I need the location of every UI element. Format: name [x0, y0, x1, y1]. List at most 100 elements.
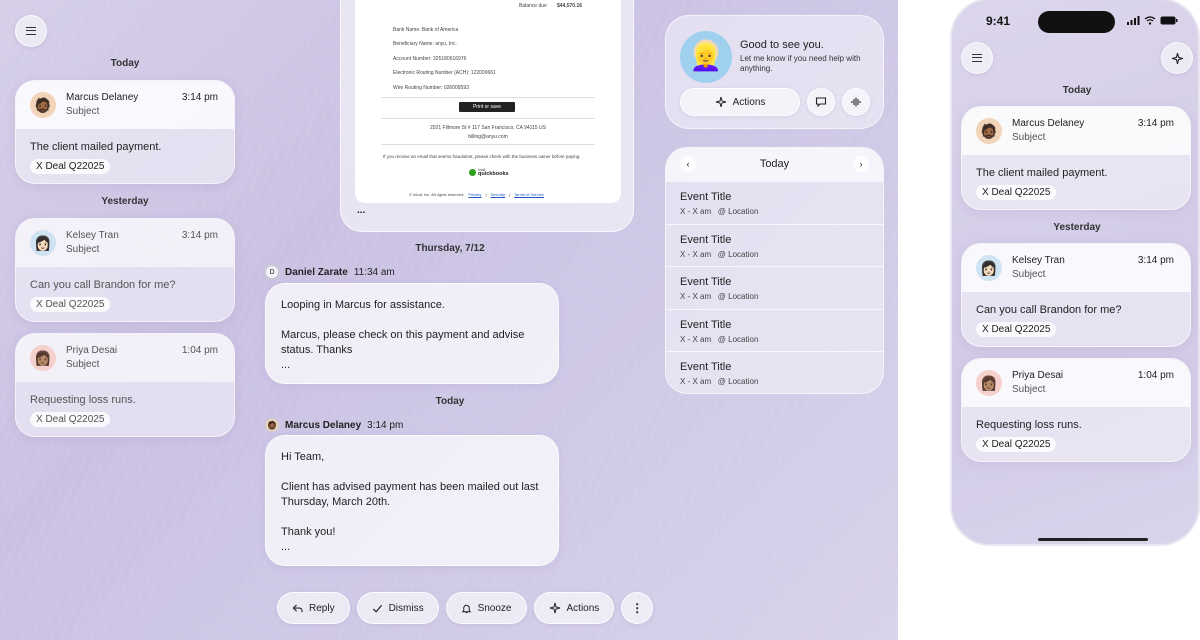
assistant-greeting: Good to see you. — [740, 39, 824, 51]
assistant-subtext: Let me know if you need help with anythi… — [740, 54, 861, 73]
security-link[interactable]: Security — [491, 192, 505, 197]
waveform-icon — [851, 97, 861, 107]
subject: Subject — [66, 244, 100, 255]
calendar-header: ‹ Today › — [666, 148, 883, 181]
invoice-line: Beneficiary Name: anyu, Inc. — [393, 41, 457, 47]
chat-button[interactable] — [807, 88, 835, 116]
print-save-button[interactable]: Print or save — [459, 102, 515, 112]
subject: Subject — [1012, 269, 1046, 280]
event-title: Event Title — [680, 318, 732, 331]
calendar-event[interactable]: Event Title X - X am @ Location — [666, 266, 883, 309]
sparkle-icon — [549, 602, 560, 614]
home-indicator — [1038, 538, 1148, 541]
subject: Subject — [66, 106, 100, 117]
person-avatar-icon: 🧔🏾 — [980, 122, 998, 139]
quickbooks-icon — [469, 168, 476, 176]
menu-button[interactable] — [961, 42, 993, 74]
assistant-actions-button[interactable]: Actions — [680, 88, 800, 116]
reply-button[interactable]: Reply — [277, 592, 350, 624]
calendar-event[interactable]: Event Title X - X am @ Location — [666, 308, 883, 352]
avatar: 👩🏽 — [30, 345, 56, 371]
chat-bubble-icon — [815, 97, 827, 108]
timestamp: 3:14 pm — [1137, 255, 1174, 266]
message-card[interactable]: 👩🏽 Priya Desai Subject 1:04 pm Requestin… — [15, 333, 235, 437]
message-bubble[interactable]: Hi Team, Client has advised payment has … — [265, 435, 559, 566]
avatar: 👩🏻 — [30, 230, 56, 256]
deal-tag[interactable]: X Deal Q22025 — [30, 297, 111, 312]
message-paragraph: Hi Team, — [281, 451, 325, 463]
phone-mockup: 9:41 Today 🧔🏾 Marcus Delaney Subject 3:1… — [950, 0, 1200, 546]
section-label-yesterday: Yesterday — [101, 196, 149, 207]
message-card[interactable]: 👩🏻 Kelsey Tran Subject 3:14 pm Can you c… — [961, 243, 1191, 347]
person-avatar-icon: 👩🏽 — [980, 374, 998, 391]
assistant-panel: 👱‍♀️ Good to see you. Let me know if you… — [665, 15, 884, 129]
snooze-button[interactable]: Snooze — [445, 592, 527, 624]
person-avatar-icon: 🧔🏾 — [265, 418, 279, 432]
chevron-right-icon[interactable]: › — [853, 156, 869, 172]
message-preview: Requesting loss runs. — [976, 419, 1082, 431]
calendar-event[interactable]: Event Title X - X am @ Location — [666, 223, 883, 267]
message-card[interactable]: 👩🏻 Kelsey Tran Subject 3:14 pm Can you c… — [15, 218, 235, 322]
event-title: Event Title — [680, 276, 732, 288]
copyright: © Intuit, Inc. All rights reserved. — [409, 192, 465, 197]
invoice-line: Electronic Routing Number (ACH): 1220006… — [393, 70, 496, 76]
calendar-event[interactable]: Event Title X - X am @ Location — [666, 351, 883, 393]
more-ellipsis[interactable]: ... — [357, 205, 365, 216]
deal-tag[interactable]: X Deal Q22025 — [30, 159, 111, 174]
event-details: X - X am @ Location — [680, 334, 759, 344]
calendar-event[interactable]: Event Title X - X am @ Location — [666, 181, 883, 224]
subject: Subject — [66, 359, 100, 370]
assistant-avatar-icon: 👱‍♀️ — [689, 41, 723, 72]
subject: Subject — [1012, 384, 1046, 395]
more-ellipsis[interactable]: ... — [281, 358, 543, 373]
divider — [381, 118, 595, 119]
assistant-avatar: 👱‍♀️ — [680, 31, 732, 83]
message-paragraph: Marcus, please check on this payment and… — [281, 329, 525, 356]
hamburger-icon — [972, 54, 982, 62]
avatar: 🧔🏾 — [976, 118, 1002, 144]
deal-tag[interactable]: X Deal Q22025 — [976, 437, 1057, 452]
divider — [381, 97, 595, 98]
sender-name: Marcus Delaney — [1012, 118, 1085, 129]
section-label-today: Today — [110, 58, 140, 69]
message-card[interactable]: 🧔🏾 Marcus Delaney Subject 3:14 pm The cl… — [15, 80, 235, 184]
person-avatar-icon: 🧔🏾 — [34, 96, 52, 113]
invoice-attachment[interactable]: Balance due $44,570.16 Bank Name: Bank o… — [340, 0, 634, 232]
more-options-button[interactable]: ⋮ — [621, 592, 654, 624]
invoice-line: Account Number: 325180616976 — [393, 56, 467, 62]
event-details: X - X am @ Location — [680, 249, 759, 259]
message-card[interactable]: 👩🏽 Priya Desai Subject 1:04 pm Requestin… — [961, 358, 1191, 462]
menu-button[interactable] — [15, 15, 47, 47]
event-title: Event Title — [680, 191, 732, 203]
terms-link[interactable]: Terms of Service — [514, 192, 544, 197]
timestamp: 3:14 pm — [1137, 118, 1174, 129]
timestamp: 3:14 pm — [181, 92, 218, 103]
deal-tag[interactable]: X Deal Q22025 — [976, 185, 1057, 200]
balance-label: Balance due — [519, 3, 547, 9]
timestamp: 3:14 pm — [181, 230, 218, 241]
sender-name: Marcus Delaney — [66, 92, 139, 103]
more-ellipsis[interactable]: ... — [281, 540, 543, 555]
actions-button[interactable]: Actions — [533, 592, 615, 624]
sender-name: Priya Desai — [66, 345, 118, 356]
fraud-note: If you receive an email that seems fraud… — [383, 154, 581, 159]
message-preview: The client mailed payment. — [976, 167, 1108, 179]
privacy-link[interactable]: Privacy — [468, 192, 481, 197]
message-card[interactable]: 🧔🏾 Marcus Delaney Subject 3:14 pm The cl… — [961, 106, 1191, 210]
thread-today-label: Today — [435, 396, 465, 407]
assistant-button[interactable] — [1161, 42, 1193, 74]
deal-tag[interactable]: X Deal Q22025 — [976, 322, 1057, 337]
brand-name: quickbooks — [478, 171, 509, 177]
dismiss-button[interactable]: Dismiss — [356, 592, 439, 624]
deal-tag[interactable]: X Deal Q22025 — [30, 412, 111, 427]
message-paragraph: Client has advised payment has been mail… — [281, 481, 539, 508]
person-avatar-icon: 👩🏻 — [980, 259, 998, 276]
dismiss-label: Dismiss — [388, 602, 424, 614]
voice-button[interactable] — [842, 88, 870, 116]
sender-name: Daniel Zarate — [285, 266, 348, 278]
message-bubble[interactable]: Looping in Marcus for assistance. Marcus… — [265, 283, 559, 384]
message-header: D Daniel Zarate 11:34 am — [265, 265, 395, 279]
message-preview: The client mailed payment. — [30, 141, 162, 153]
event-details: X - X am @ Location — [680, 377, 759, 386]
avatar: 👩🏻 — [976, 255, 1002, 281]
